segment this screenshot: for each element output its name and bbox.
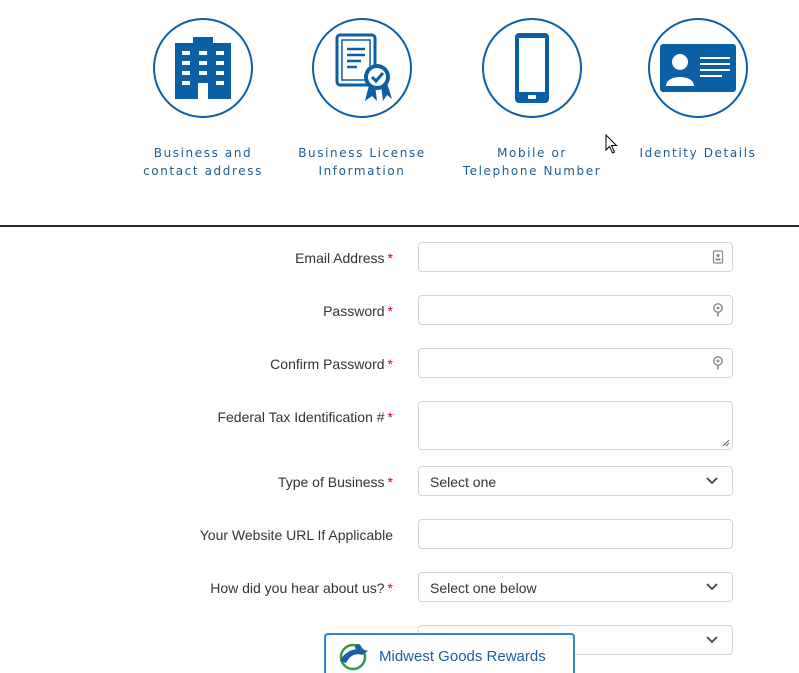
building-icon (175, 37, 231, 99)
heard-about-label: How did you hear about us? * (210, 580, 393, 596)
step-label: Business License Information (298, 146, 426, 178)
chevron-down-icon (706, 477, 718, 485)
required-marker: * (387, 474, 393, 490)
step-business-address: Business and contact address (118, 18, 288, 180)
rewards-widget-label: Midwest Goods Rewards (379, 648, 546, 665)
mouse-cursor-icon (605, 134, 618, 154)
email-field[interactable] (418, 242, 733, 272)
rewards-logo-icon (339, 643, 368, 671)
resize-handle-icon[interactable] (722, 439, 730, 447)
id-card-icon (660, 44, 736, 92)
required-marker: * (387, 409, 393, 425)
rewards-widget-tab[interactable]: Midwest Goods Rewards (324, 633, 575, 673)
step-phone-number: Mobile or Telephone Number (447, 18, 617, 180)
heard-about-select[interactable]: Select one below (418, 572, 733, 602)
step-circle (482, 18, 582, 118)
step-circle (648, 18, 748, 118)
mobile-phone-icon (515, 33, 549, 103)
type-of-business-select[interactable]: Select one (418, 466, 733, 496)
step-circle (153, 18, 253, 118)
contact-card-icon (712, 250, 724, 264)
step-identity-details: Identity Details (613, 18, 783, 162)
step-label: Identity Details (639, 146, 757, 160)
step-label: Mobile or Telephone Number (462, 146, 602, 178)
chevron-down-icon (706, 583, 718, 591)
step-circle (312, 18, 412, 118)
confirm-password-label: Confirm Password * (270, 356, 393, 372)
email-label: Email Address * (295, 250, 393, 266)
password-field[interactable] (418, 295, 733, 325)
section-divider (0, 225, 799, 227)
required-marker: * (387, 250, 393, 266)
required-marker: * (387, 580, 393, 596)
password-label: Password * (323, 303, 393, 319)
required-marker: * (387, 303, 393, 319)
type-of-business-label: Type of Business * (277, 474, 393, 490)
step-business-license: Business License Information (277, 18, 447, 180)
selected-value: Select one (430, 474, 497, 490)
website-url-field[interactable] (418, 519, 733, 549)
step-label: Business and contact address (143, 146, 263, 178)
website-url-label: Your Website URL If Applicable (199, 527, 393, 543)
certificate-icon (335, 33, 392, 101)
key-icon (713, 303, 723, 317)
confirm-password-field[interactable] (418, 348, 733, 378)
chevron-down-icon (706, 636, 718, 644)
federal-tax-id-textarea[interactable] (418, 401, 733, 450)
key-icon (713, 356, 723, 370)
federal-tax-id-label: Federal Tax Identification # * (217, 409, 393, 425)
registration-steps: Business and contact address Business Lic… (0, 0, 799, 200)
required-marker: * (387, 356, 393, 372)
selected-value: Select one below (430, 580, 537, 596)
